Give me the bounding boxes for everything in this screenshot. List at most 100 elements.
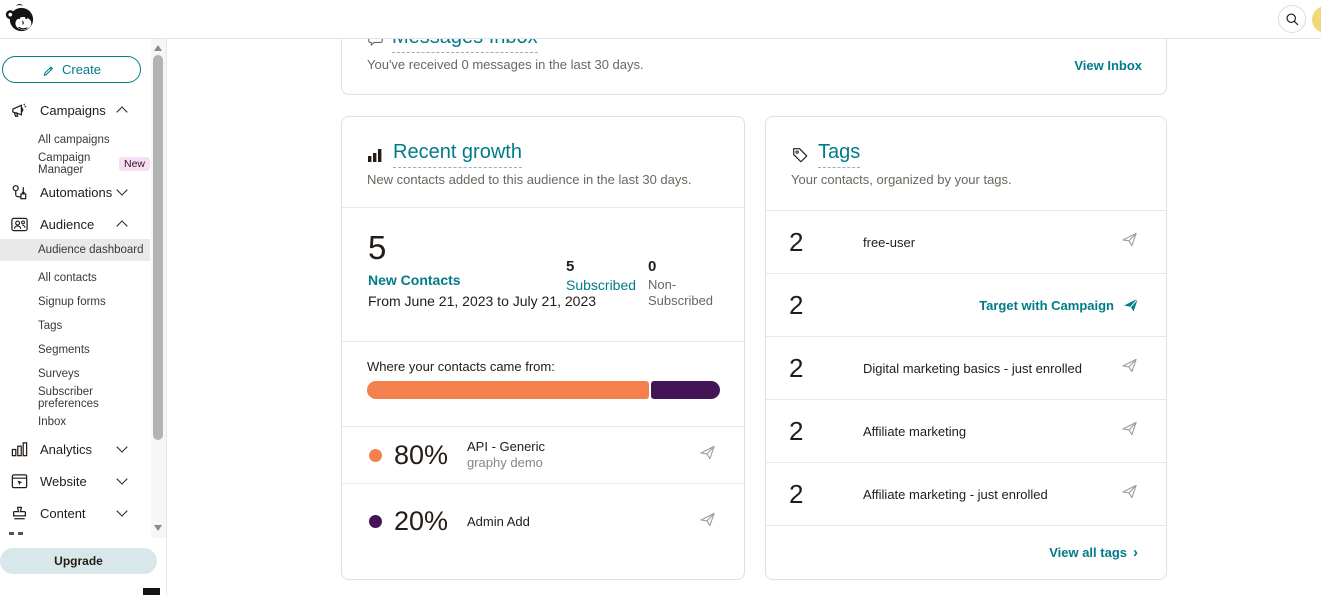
stamp-icon [8,503,30,523]
topbar [0,0,1321,39]
send-campaign-icon[interactable] [699,444,716,466]
sidebar-item-automations[interactable]: Automations [0,180,150,204]
divider [342,341,744,342]
sidebar-item-inbox[interactable]: Inbox [0,413,150,431]
source-row: 20% Admin Add [342,483,744,559]
chevron-up-icon [116,106,127,117]
create-button[interactable]: Create [2,56,141,83]
tag-count: 2 [789,479,829,510]
tag-icon [791,146,809,164]
tags-subtitle: Your contacts, organized by your tags. [791,172,1012,187]
mailchimp-logo[interactable] [3,2,36,35]
tag-label[interactable]: Digital marketing basics - just enrolled [863,361,1082,376]
sidebar-item-all-contacts[interactable]: All contacts [0,269,150,287]
sidebar-subitem-label: Surveys [38,368,80,380]
recent-growth-header: Recent growth [367,141,522,168]
partial-widget [143,588,160,595]
scroll-up-arrow[interactable] [154,45,162,51]
target-with-campaign-button[interactable]: Target with Campaign [979,296,1140,314]
sidebar-item-website[interactable]: Website [0,469,150,493]
sidebar-subitem-label: Inbox [38,416,66,428]
sidebar-scrollbar[interactable] [151,38,166,538]
send-campaign-icon[interactable] [699,511,716,533]
source-bar-segment-api [367,381,649,399]
tags-title[interactable]: Tags [818,141,860,168]
tag-count: 2 [789,227,829,258]
subscribed-label: Subscribed [566,277,636,293]
view-all-tags-link[interactable]: View all tags [1049,545,1127,560]
sidebar-item-audience[interactable]: Audience [0,212,150,236]
search-button[interactable] [1278,5,1306,33]
avatar[interactable] [1312,6,1321,33]
sidebar-subitem-label: Subscriber preferences [38,386,150,410]
sidebar-subitem-label: All campaigns [38,134,110,146]
sidebar-item-surveys[interactable]: Surveys [0,365,150,383]
source-color-dot [369,515,382,528]
recent-growth-subtitle: New contacts added to this audience in t… [367,172,691,187]
sidebar-item-label: Content [40,506,86,521]
tag-row[interactable]: 2 Target with Campaign [766,273,1166,336]
sidebar-subitem-label: Signup forms [38,296,106,308]
source-sublabel: graphy demo [467,455,545,471]
send-campaign-icon[interactable] [1121,357,1138,379]
sidebar-item-tags[interactable]: Tags [0,317,150,335]
sidebar-item-all-campaigns[interactable]: All campaigns [0,131,150,149]
sidebar-item-label: Campaigns [40,103,106,118]
sidebar-item-segments[interactable]: Segments [0,341,150,359]
tag-row[interactable]: 2 Affiliate marketing [766,399,1166,462]
send-campaign-icon[interactable] [1121,420,1138,442]
divider [342,207,744,208]
view-inbox-link[interactable]: View Inbox [1074,58,1142,73]
new-contacts-link[interactable]: New Contacts [368,272,461,288]
sidebar-item-signup-forms[interactable]: Signup forms [0,293,150,311]
tag-count: 2 [789,353,829,384]
sidebar-item-campaign-manager[interactable]: Campaign Manager New [0,155,150,173]
source-bar-segment-admin [651,381,720,399]
source-label-group: API - Generic graphy demo [467,439,545,471]
upgrade-button[interactable]: Upgrade [0,548,157,574]
audience-icon [8,214,30,234]
chevron-down-icon [116,184,127,195]
tags-header: Tags [791,141,860,168]
tag-count: 2 [789,416,829,447]
scroll-down-arrow[interactable] [154,525,162,531]
automations-icon [8,182,30,202]
sidebar-item-label: Automations [40,185,112,200]
bar-chart-icon [8,439,30,459]
new-badge: New [119,157,150,171]
tags-footer: View all tags › [766,525,1166,579]
tag-label[interactable]: Affiliate marketing [863,424,966,439]
chevron-down-icon [116,441,127,452]
recent-growth-title[interactable]: Recent growth [393,141,522,168]
scrollbar-thumb[interactable] [153,55,163,440]
sidebar-item-campaigns[interactable]: Campaigns [0,98,150,122]
sidebar-item-analytics[interactable]: Analytics [0,437,150,461]
chevron-down-icon [116,473,127,484]
send-campaign-icon[interactable] [1121,231,1138,253]
tags-card: Tags Your contacts, organized by your ta… [765,116,1167,580]
sidebar-item-subscriber-preferences[interactable]: Subscriber preferences [0,389,150,407]
sidebar-item-audience-dashboard[interactable]: Audience dashboard [0,239,150,261]
source-row: 80% API - Generic graphy demo [342,426,744,483]
send-campaign-icon-filled [1122,296,1140,314]
tag-row[interactable]: 2 Digital marketing basics - just enroll… [766,336,1166,399]
sidebar-item-content[interactable]: Content [0,501,150,525]
sidebar: Create Campaigns All campaigns Campaign … [0,38,167,595]
recent-growth-card: Recent growth New contacts added to this… [341,116,745,580]
send-campaign-icon[interactable] [1121,483,1138,505]
browser-cursor-icon [8,471,30,491]
sidebar-subitem-label: Campaign Manager [38,152,113,176]
tag-label[interactable]: free-user [863,235,915,250]
source-percent: 80% [394,440,467,471]
source-label-group: Admin Add [467,514,530,530]
create-button-label: Create [62,62,101,77]
search-icon [1285,12,1300,27]
source-label: Admin Add [467,514,530,530]
tag-label[interactable]: Affiliate marketing - just enrolled [863,487,1048,502]
sidebar-subitem-label: All contacts [38,272,97,284]
megaphone-icon [8,100,30,120]
sidebar-item-label: Analytics [40,442,92,457]
tag-row[interactable]: 2 Affiliate marketing - just enrolled [766,462,1166,525]
tag-row[interactable]: 2 free-user [766,210,1166,273]
contact-sources-bar [367,381,720,399]
